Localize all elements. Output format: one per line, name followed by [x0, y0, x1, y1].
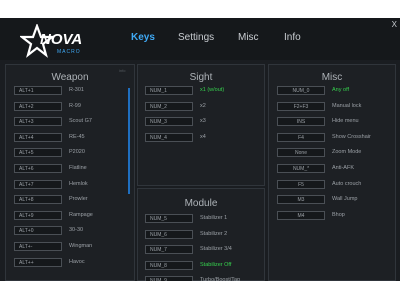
module-panel-title: Module	[184, 198, 218, 209]
weapon-hotkey-button[interactable]: ALT+3	[14, 117, 62, 127]
weapon-info-label: info	[119, 68, 126, 73]
weapon-action-label: P2020	[69, 149, 85, 156]
weapon-hotkey-button[interactable]: ALT++	[14, 257, 62, 267]
logo-subtext: MACRO	[57, 49, 81, 55]
weapon-hotkey-button[interactable]: ALT+0	[14, 226, 62, 236]
weapon-action-label: Prowler	[69, 196, 88, 203]
misc-hotkey-button[interactable]: M3	[277, 195, 325, 205]
misc-hotkey-button[interactable]: F2+F3	[277, 101, 325, 111]
nova-logo: NOVA MACRO	[20, 24, 90, 58]
module-hotkey-button[interactable]: NUM_9	[145, 276, 193, 281]
close-button[interactable]: X	[392, 20, 397, 29]
weapon-action-label: Havoc	[69, 258, 85, 265]
weapon-hotkey-button[interactable]: ALT+5	[14, 148, 62, 158]
weapon-action-label: Wingman	[69, 243, 93, 249]
misc-hotkey-button[interactable]: NUM_0	[277, 86, 325, 95]
tab-settings[interactable]: Settings	[178, 32, 214, 43]
module-action-label: Stabilizer 1	[200, 215, 228, 221]
sight-action-label: x2	[200, 102, 206, 109]
weapon-hotkey-button[interactable]: ALT+-	[14, 242, 62, 251]
misc-action-label: Zoom Mode	[332, 149, 362, 156]
misc-hotkey-button[interactable]: M4	[277, 210, 325, 220]
logo-text: NOVA	[40, 31, 83, 48]
weapon-action-label: R-301	[69, 87, 84, 93]
misc-hotkey-button[interactable]: INS	[277, 117, 325, 127]
module-hotkey-button[interactable]: NUM_5	[145, 214, 193, 223]
sight-action-label: x4	[200, 133, 206, 140]
module-action-label: Stabilizer Off	[200, 261, 232, 268]
weapon-hotkey-button[interactable]: ALT+7	[14, 179, 62, 189]
weapon-hotkey-button[interactable]: ALT+2	[14, 101, 62, 111]
misc-hotkey-button[interactable]: NUM_*	[277, 164, 325, 173]
app-window: NOVA MACRO Keys Settings Misc Info X Wea…	[0, 18, 400, 281]
misc-action-label: Hide menu	[332, 118, 359, 125]
misc-hotkey-button[interactable]: F5	[277, 179, 325, 189]
misc-hotkey-button[interactable]: F4	[277, 132, 325, 142]
misc-action-label: Wall Jump	[332, 196, 358, 203]
module-hotkey-button[interactable]: NUM_8	[145, 260, 193, 270]
weapon-action-label: RE-45	[69, 133, 85, 140]
misc-action-label: Any off	[332, 87, 350, 93]
misc-hotkey-button[interactable]: None	[277, 148, 325, 158]
misc-action-label: Auto crouch	[332, 180, 362, 187]
misc-action-label: Anti-AFK	[332, 165, 355, 171]
weapon-hotkey-button[interactable]: ALT+4	[14, 132, 62, 142]
weapon-hotkey-button[interactable]: ALT+9	[14, 210, 62, 220]
weapon-action-label: R-99	[69, 102, 81, 109]
module-hotkey-button[interactable]: NUM_6	[145, 229, 193, 239]
sight-action-label: x3	[200, 118, 206, 124]
misc-action-label: Bhop	[332, 211, 345, 218]
weapon-hotkey-button[interactable]: ALT+1	[14, 86, 62, 95]
weapon-action-label: Scout G7	[69, 118, 92, 125]
sight-panel-title: Sight	[189, 72, 213, 83]
sight-hotkey-button[interactable]: NUM_4	[145, 132, 193, 142]
misc-action-label: Show Crosshair	[332, 133, 371, 140]
weapon-scrollbar[interactable]	[128, 88, 130, 194]
sight-hotkey-button[interactable]: NUM_2	[145, 101, 193, 111]
weapon-panel-title: Weapon	[51, 72, 89, 83]
tab-misc[interactable]: Misc	[238, 32, 259, 43]
sight-hotkey-button[interactable]: NUM_3	[145, 117, 193, 126]
sight-hotkey-button[interactable]: NUM_1	[145, 86, 193, 95]
weapon-hotkey-button[interactable]: ALT+6	[14, 164, 62, 173]
weapon-hotkey-button[interactable]: ALT+8	[14, 195, 62, 205]
misc-action-label: Manual lock	[332, 102, 362, 109]
tab-info[interactable]: Info	[284, 32, 301, 43]
module-action-label: Stabilizer 3/4	[200, 246, 232, 253]
misc-panel-title: Misc	[321, 72, 343, 83]
module-action-label: Stabilizer 2	[200, 230, 228, 237]
weapon-action-label: Hemlok	[69, 180, 88, 187]
sight-action-label: x1 (w/out)	[200, 87, 225, 93]
tab-keys[interactable]: Keys	[131, 32, 155, 43]
module-hotkey-button[interactable]: NUM_7	[145, 245, 193, 255]
weapon-action-label: 30-30	[69, 227, 84, 234]
module-action-label: Turbo/Boost/Tap	[200, 277, 241, 281]
weapon-action-label: Rampage	[69, 211, 93, 218]
weapon-action-label: Flatline	[69, 165, 87, 171]
header-bar: NOVA MACRO Keys Settings Misc Info X	[0, 18, 400, 60]
